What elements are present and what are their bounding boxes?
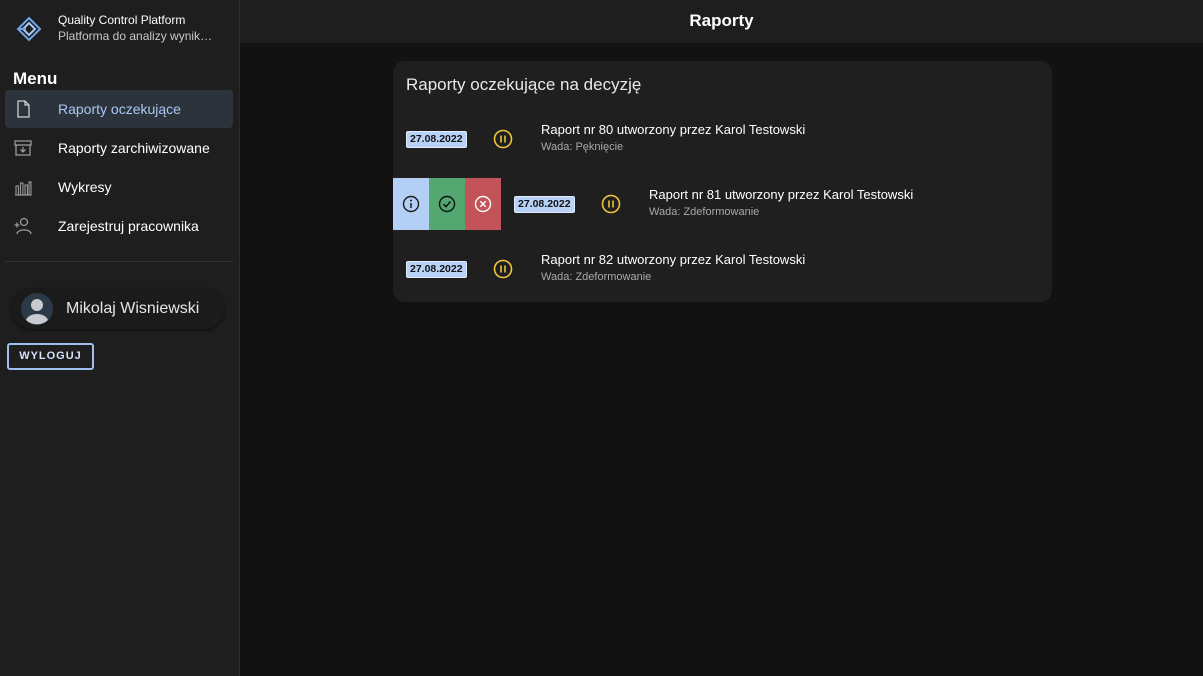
user-name: Mikolaj Wisniewski [66, 300, 200, 317]
report-row[interactable]: 27.08.2022 Raport nr 82 utworzony przez … [393, 243, 1052, 295]
avatar [21, 293, 53, 325]
report-defect: Wada: Zdeformowanie [649, 206, 760, 218]
add-user-icon [14, 217, 32, 235]
pause-circle-icon [493, 129, 513, 149]
sidebar-nav: Raporty oczekujące Raporty zarchiwizowan… [5, 90, 233, 246]
date-badge: 27.08.2022 [514, 196, 575, 213]
top-bar: Raporty [240, 0, 1203, 43]
approve-button[interactable] [429, 178, 465, 230]
menu-title: Menu [13, 69, 58, 88]
sidebar-item-pending-reports[interactable]: Raporty oczekujące [5, 90, 233, 128]
info-button[interactable] [393, 178, 429, 230]
sidebar-item-archived-reports[interactable]: Raporty zarchiwizowane [5, 129, 233, 167]
sidebar-divider [5, 261, 233, 262]
reject-button[interactable] [465, 178, 501, 230]
sidebar-item-label: Raporty zarchiwizowane [58, 140, 210, 156]
sidebar-item-charts[interactable]: Wykresy [5, 168, 233, 206]
date-badge: 27.08.2022 [406, 131, 467, 148]
brand[interactable]: Quality Control Platform Platforma do an… [14, 12, 234, 46]
page-title: Raporty [689, 11, 754, 30]
report-title: Raport nr 82 utworzony przez Karol Testo… [541, 252, 806, 267]
close-circle-icon [474, 195, 492, 213]
info-icon [402, 195, 420, 213]
pending-reports-card: Raporty oczekujące na decyzję 27.08.2022… [393, 61, 1052, 302]
report-row[interactable]: 27.08.2022 Raport nr 80 utworzony przez … [393, 113, 1052, 165]
logo-icon [16, 16, 42, 42]
bar-chart-icon [15, 181, 32, 196]
row-actions [393, 178, 501, 230]
pause-circle-icon [601, 194, 621, 214]
report-title: Raport nr 80 utworzony przez Karol Testo… [541, 122, 806, 137]
card-title: Raporty oczekujące na decyzję [406, 75, 642, 94]
logout-label: WYLOGUJ [19, 350, 82, 362]
archive-icon [14, 140, 32, 156]
pause-circle-icon [493, 259, 513, 279]
report-title: Raport nr 81 utworzony przez Karol Testo… [649, 187, 914, 202]
check-circle-icon [438, 195, 456, 213]
report-defect: Wada: Pęknięcie [541, 141, 624, 153]
report-defect: Wada: Zdeformowanie [541, 271, 652, 283]
sidebar-item-label: Wykresy [58, 179, 112, 195]
sidebar-item-register-employee[interactable]: Zarejestruj pracownika [5, 207, 233, 245]
document-icon [17, 100, 30, 118]
app-name: Quality Control Platform [58, 13, 186, 27]
sidebar-item-label: Raporty oczekujące [58, 101, 181, 117]
logout-button[interactable]: WYLOGUJ [7, 343, 94, 370]
sidebar: Quality Control Platform Platforma do an… [0, 0, 240, 676]
date-badge: 27.08.2022 [406, 261, 467, 278]
user-chip[interactable]: Mikolaj Wisniewski [12, 289, 224, 329]
sidebar-item-label: Zarejestruj pracownika [58, 218, 199, 234]
report-row[interactable]: 27.08.2022 Raport nr 81 utworzony przez … [393, 178, 1052, 230]
app-subtitle: Platforma do analizy wyników [58, 29, 214, 43]
